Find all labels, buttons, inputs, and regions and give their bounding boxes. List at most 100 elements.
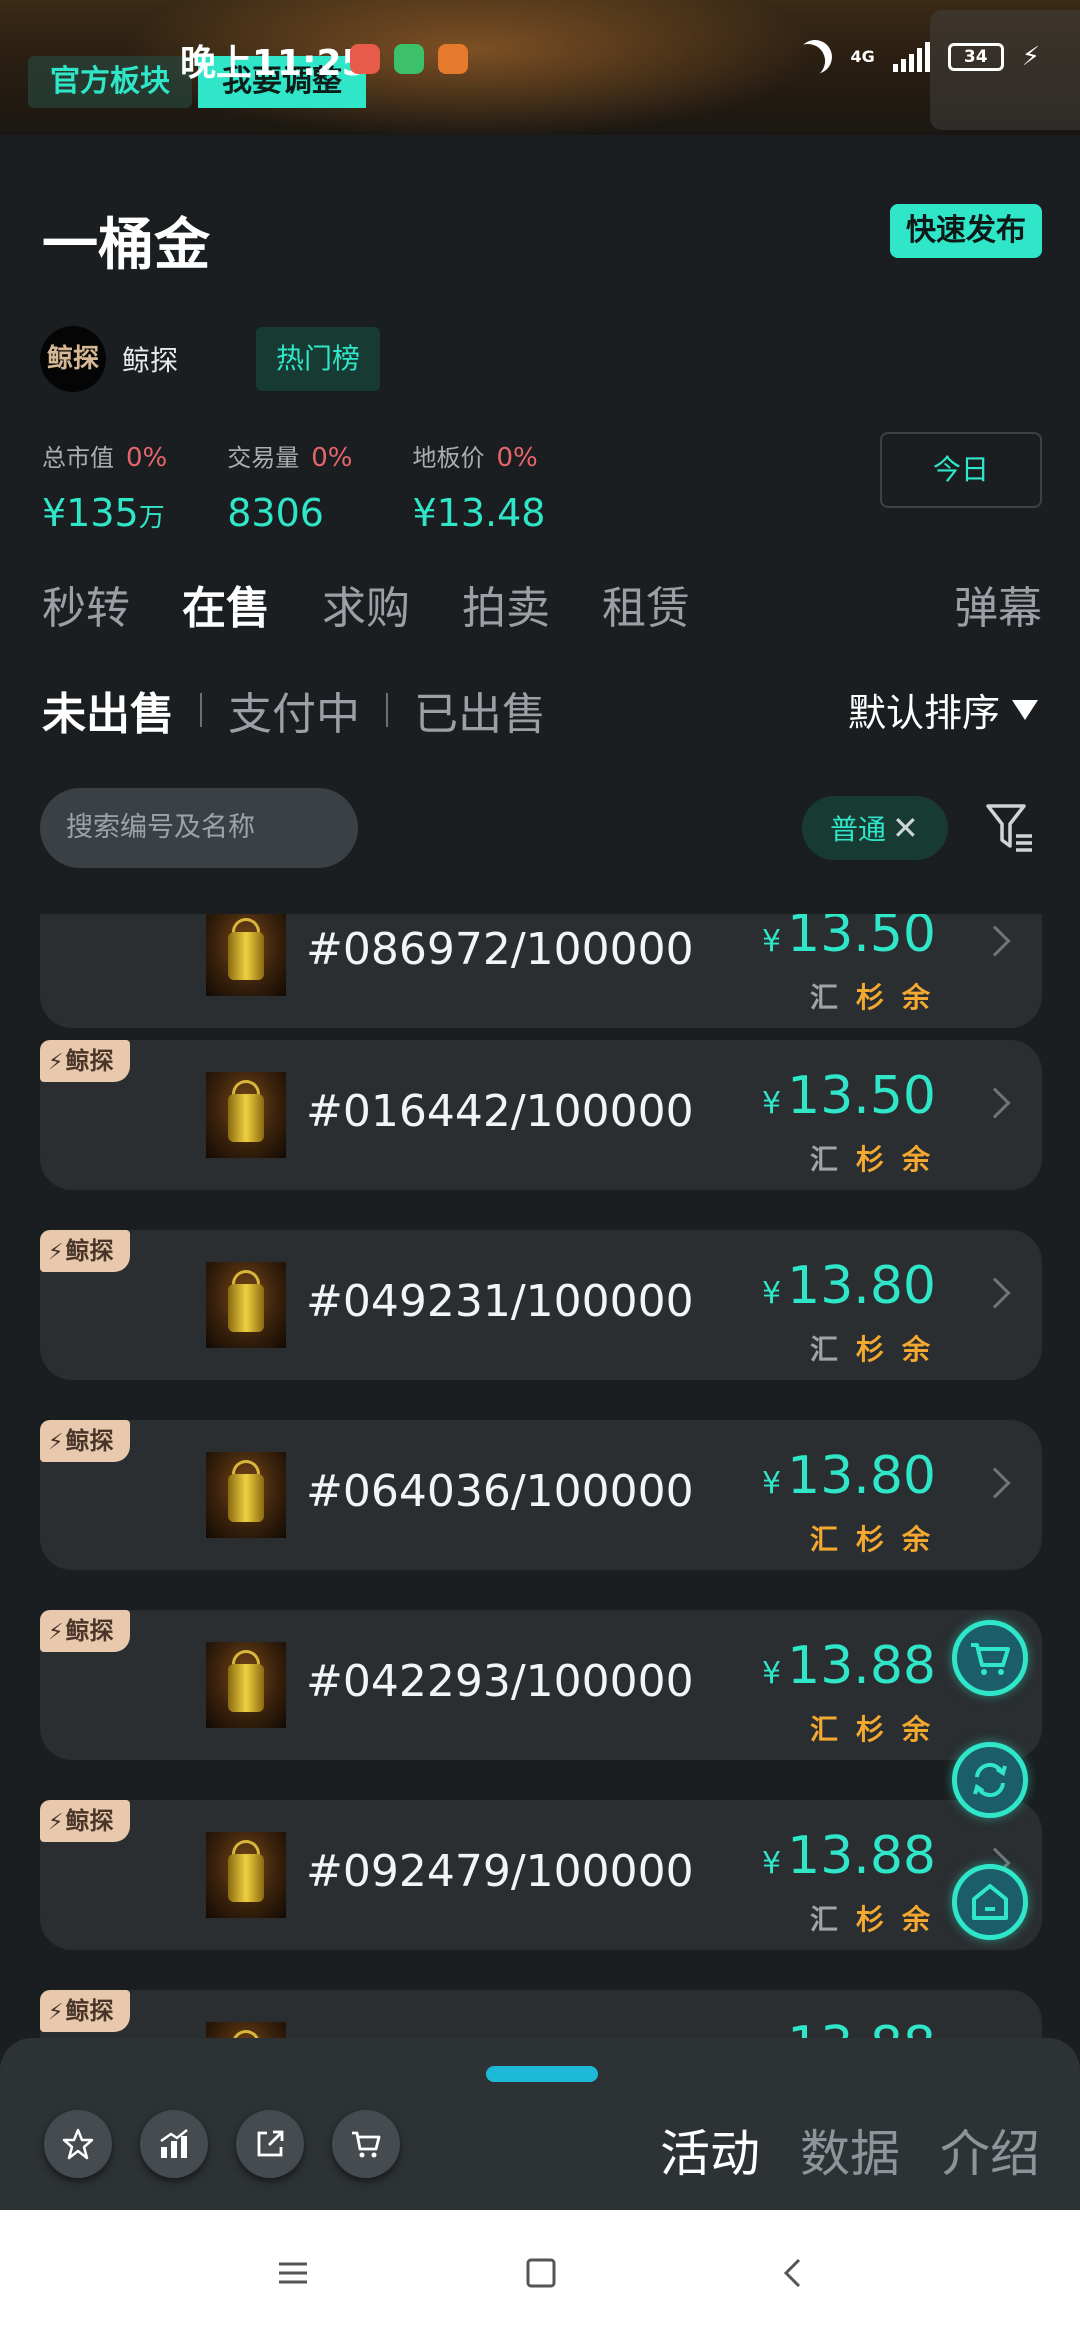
listing-price: ¥13.80 — [762, 1256, 936, 1316]
tab-data[interactable]: 数据 — [800, 2114, 900, 2186]
sort-label: 默认排序 — [847, 691, 1000, 735]
bolt-icon: ⚡ — [48, 2000, 64, 2025]
brand-name[interactable]: 鲸探 — [122, 339, 242, 379]
market-badge: ⚡鲸探 — [40, 1610, 130, 1652]
stat-volume: 交易量 0% 8306 — [227, 438, 352, 535]
buy-button[interactable] — [332, 2110, 400, 2178]
price-value: 13.50 — [787, 1066, 936, 1126]
bolt-icon: ⚡ — [48, 1430, 64, 1455]
cart-icon — [352, 2131, 381, 2158]
market-indicator: 余 — [901, 1333, 930, 1366]
fox-app-icon — [438, 44, 468, 74]
do-not-disturb-icon — [792, 34, 838, 80]
tab-intro[interactable]: 介绍 — [940, 2114, 1040, 2186]
official-section-tag[interactable]: 官方板块 — [28, 56, 192, 108]
chevron-right-icon[interactable] — [979, 1087, 1011, 1119]
stat-value: ¥13.48 — [412, 491, 546, 535]
tab-activity[interactable]: 活动 — [660, 2114, 760, 2186]
share-button[interactable] — [236, 2110, 304, 2178]
listing-price: ¥13.80 — [762, 1446, 936, 1506]
page-title: 一桶金 — [42, 213, 210, 278]
listing-card[interactable]: ⚡鲸探 #016442/100000 ¥13.50 汇杉余 — [40, 1040, 1042, 1190]
home-icon — [972, 1884, 1008, 1920]
gold-barrel-image — [228, 1094, 264, 1142]
cart-fab[interactable] — [952, 1620, 1028, 1696]
listing-card[interactable]: ⚡鲸探 #042293/100000 ¥13.88 汇杉余 — [40, 1610, 1042, 1760]
listing-card[interactable]: ⚡鲸探 #064036/100000 ¥13.80 汇杉余 — [40, 1420, 1042, 1570]
currency-symbol: ¥ — [762, 1086, 782, 1121]
market-indicator: 杉 — [855, 1523, 884, 1556]
stat-value: ¥135 — [42, 491, 139, 535]
listing-list[interactable]: #086972/100000 ¥13.50 汇杉余 ⚡鲸探 #016442/100000… — [0, 914, 1080, 2038]
market-indicator: 余 — [901, 1523, 930, 1556]
filter-chip-label: 普通 — [830, 813, 887, 846]
gold-barrel-image — [228, 1284, 264, 1332]
tab-instant[interactable]: 秒转 — [42, 572, 130, 636]
favorite-button[interactable] — [44, 2110, 112, 2178]
nft-thumbnail — [206, 1832, 286, 1918]
drag-handle[interactable] — [486, 2066, 598, 2082]
hot-ranking-button[interactable]: 热门榜 — [256, 327, 381, 391]
listing-card[interactable]: ⚡鲸探 #049231/100000 ¥13.80 汇杉余 — [40, 1230, 1042, 1380]
trend-button[interactable] — [140, 2110, 208, 2178]
market-badge: ⚡鲸探 — [40, 1230, 130, 1272]
market-indicator: 余 — [901, 1143, 930, 1176]
stat-unit: 万 — [138, 503, 165, 533]
quick-publish-button[interactable]: 快速发布 — [890, 204, 1042, 258]
price-value: 13.88 — [787, 1636, 936, 1696]
tab-buy-request[interactable]: 求购 — [322, 572, 410, 636]
bolt-icon: ⚡ — [48, 1810, 64, 1835]
tab-rental[interactable]: 租赁 — [602, 572, 690, 636]
tab-danmu[interactable]: 弹幕 — [954, 572, 1042, 636]
star-icon — [62, 2128, 94, 2160]
price-value: 13.80 — [787, 1256, 936, 1316]
market-badge: ⚡鲸探 — [40, 1040, 130, 1082]
menu-icon[interactable] — [276, 2256, 310, 2290]
main-tabs: 秒转 在售 求购 拍卖 租赁 弹幕 — [42, 572, 1042, 636]
market-stats: 总市值 0% ¥135万 交易量 0% 8306 地板价 0% ¥13.48 — [42, 438, 605, 535]
chevron-right-icon[interactable] — [979, 1277, 1011, 1309]
subtab-paying[interactable]: 支付中 — [228, 678, 360, 742]
stat-floor-price: 地板价 0% ¥13.48 — [413, 438, 546, 535]
tab-auction[interactable]: 拍卖 — [462, 572, 550, 636]
home-fab[interactable] — [952, 1864, 1028, 1940]
subtab-sold[interactable]: 已出售 — [414, 678, 546, 742]
listing-serial: #042293/100000 — [306, 1656, 694, 1707]
nft-thumbnail — [206, 1262, 286, 1348]
refresh-fab[interactable] — [952, 1742, 1028, 1818]
divider — [200, 693, 202, 727]
market-indicator: 余 — [901, 1713, 930, 1746]
sort-dropdown[interactable]: 默认排序 — [848, 682, 1038, 737]
cart-icon — [971, 1643, 1010, 1675]
share-icon — [257, 2130, 284, 2157]
bolt-icon: ⚡ — [48, 1620, 64, 1645]
subtab-unsold[interactable]: 未出售 — [42, 678, 174, 742]
nft-thumbnail — [206, 2022, 286, 2038]
status-indicators: 4G 34 ⚡ — [798, 40, 1040, 74]
search-input[interactable]: 搜索编号及名称 — [40, 788, 358, 868]
market-badge: ⚡鲸探 — [40, 1800, 130, 1842]
listing-card[interactable]: ⚡鲸探 #092479/100000 ¥13.88 汇杉余 — [40, 1800, 1042, 1950]
chevron-right-icon[interactable] — [979, 1467, 1011, 1499]
chevron-right-icon[interactable] — [979, 925, 1011, 957]
listing-card[interactable]: ⚡鲸探 ¥13.88 — [40, 1990, 1042, 2038]
market-indicators: 汇杉余 — [810, 1138, 930, 1178]
period-selector[interactable]: 今日 — [880, 432, 1042, 508]
market-indicator: 杉 — [855, 1713, 884, 1746]
brand-avatar[interactable]: 鲸探 — [40, 326, 106, 392]
market-indicator: 杉 — [855, 1143, 884, 1176]
listing-price: ¥13.50 — [762, 1066, 936, 1126]
listing-price: ¥13.88 — [762, 2016, 936, 2038]
listing-price: ¥13.88 — [762, 1826, 936, 1886]
listing-card[interactable]: #086972/100000 ¥13.50 汇杉余 — [40, 914, 1042, 1028]
close-icon[interactable]: ✕ — [892, 809, 919, 847]
home-nav-icon[interactable] — [524, 2256, 558, 2290]
filter-chip[interactable]: 普通 ✕ — [802, 796, 948, 860]
listing-serial: #064036/100000 — [306, 1466, 694, 1517]
filter-icon[interactable] — [984, 800, 1036, 854]
tab-on-sale[interactable]: 在售 — [182, 572, 270, 636]
market-indicators: 汇杉余 — [810, 1708, 930, 1748]
back-icon[interactable] — [776, 2256, 810, 2290]
listing-serial: #086972/100000 — [306, 924, 694, 975]
market-badge-label: 鲸探 — [65, 1237, 114, 1265]
